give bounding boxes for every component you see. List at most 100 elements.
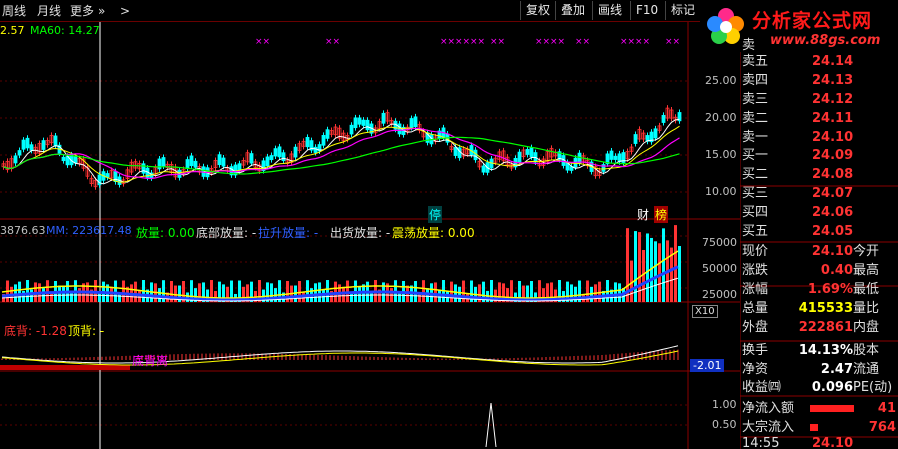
candle-body xyxy=(357,117,362,125)
flow-bar xyxy=(810,405,854,412)
tick-row: 14:55 24.10 xyxy=(740,437,898,449)
candle-body xyxy=(41,140,46,150)
volume-bar xyxy=(326,280,329,302)
candle-body xyxy=(277,146,282,158)
candle-body xyxy=(269,155,274,161)
candle-body xyxy=(321,135,326,146)
restore-rights-button[interactable]: 复权 xyxy=(520,1,555,20)
stat-label: 涨跌 xyxy=(742,263,769,278)
stat-value: 1.69% xyxy=(807,282,853,297)
bid-row[interactable]: 买四 24.06 xyxy=(740,203,898,222)
volume-bar xyxy=(42,288,45,302)
ask-label: 卖五 xyxy=(742,54,769,69)
ask-row[interactable]: 卖四 24.13 xyxy=(740,71,898,90)
f10-button[interactable]: F10 xyxy=(630,1,663,20)
volume-bar xyxy=(134,281,137,302)
candle-body xyxy=(217,154,222,166)
macd-value-box: -2.01 xyxy=(690,359,725,372)
bid-price: 24.06 xyxy=(812,205,854,220)
candle-body xyxy=(529,147,534,158)
stat-label: 净资 xyxy=(742,362,769,377)
price-tick-25: 25.00 xyxy=(705,74,737,87)
site-logo: 分析家公式网 www.88gs.com xyxy=(700,0,898,52)
candle-body xyxy=(293,146,298,158)
ask-row[interactable]: 卖三 24.12 xyxy=(740,90,898,109)
flow-value: 41 xyxy=(877,401,896,416)
volume-bar xyxy=(318,282,321,302)
candle-body xyxy=(313,146,318,153)
next-arrow-icon[interactable]: > xyxy=(120,2,130,20)
flag-tick-1: 1.00 xyxy=(712,398,737,411)
stat-value: 415533 xyxy=(798,301,853,316)
stat-row: 现价 24.10 今开 xyxy=(740,242,898,261)
stat-row: 收益㈣ 0.096 PE(动) xyxy=(740,378,898,397)
stat-value: 0.096 xyxy=(811,380,853,395)
fangliang-label: 放量: 0.00 xyxy=(136,226,195,240)
stat-label-2: 流通 xyxy=(853,362,880,377)
volume-bar xyxy=(398,292,401,302)
volume-bar xyxy=(314,283,317,302)
bid-price: 24.09 xyxy=(812,148,854,163)
volume-bar xyxy=(662,228,665,302)
volume-bar xyxy=(26,280,29,302)
stat-label-2: 最高 xyxy=(853,263,880,278)
bottom-divergence-annotation: 底背离 xyxy=(132,354,169,368)
candle-body xyxy=(633,134,638,144)
list-marker: 榜 xyxy=(654,206,669,223)
candle-body xyxy=(21,139,26,150)
monthly-tab[interactable]: 月线 xyxy=(37,2,61,20)
stat-value: 24.10 xyxy=(811,244,853,259)
ask-row[interactable]: 卖五 24.14 xyxy=(740,52,898,71)
candle-body xyxy=(305,136,310,148)
ask-row[interactable]: 卖二 24.11 xyxy=(740,109,898,128)
candle-body xyxy=(265,156,270,167)
candle-body xyxy=(141,163,146,174)
candle-body xyxy=(73,155,78,164)
bid-row[interactable]: 买一 24.09 xyxy=(740,146,898,165)
top-marker: ×× xyxy=(550,37,565,47)
top-marker: ×× xyxy=(455,37,470,47)
top-marker: ×× xyxy=(440,37,455,47)
weekly-tab[interactable]: 周线 xyxy=(2,2,26,20)
volume-bar xyxy=(422,280,425,302)
flow-label: 大宗流入 xyxy=(742,420,795,435)
tick-time: 14:55 xyxy=(742,437,780,449)
top-toolbar: 周线 月线 更多 » > 复权 叠加 画线 F10 标记 xyxy=(0,0,740,22)
volume-header-value: 3876.63 xyxy=(0,224,46,237)
price-tick-15: 15.00 xyxy=(705,148,737,161)
candle-body xyxy=(409,118,414,128)
candle-body xyxy=(481,165,486,173)
top-marker: ×× xyxy=(255,37,270,47)
more-chevron-icon[interactable]: » xyxy=(98,2,105,20)
more-tab[interactable]: 更多 xyxy=(70,2,94,20)
candle-body xyxy=(609,150,614,160)
ask-price: 24.10 xyxy=(812,130,854,145)
ask-label: 卖二 xyxy=(742,111,769,126)
candle-body xyxy=(361,119,366,126)
volume-bar xyxy=(14,284,17,302)
candle-body xyxy=(413,116,418,127)
ask-row[interactable]: 卖一 24.10 xyxy=(740,128,898,147)
stat-row: 涨跌 0.40 最高 xyxy=(740,261,898,280)
candle-body xyxy=(381,112,386,124)
stat-label: 涨幅 xyxy=(742,282,769,297)
bid-row[interactable]: 买三 24.07 xyxy=(740,184,898,203)
candle-body xyxy=(397,123,402,135)
candle-body xyxy=(61,156,66,162)
stat-row: 换手 14.13% 股本 xyxy=(740,341,898,360)
price-tick-20: 20.00 xyxy=(705,111,737,124)
partial-ask-label: 卖 xyxy=(742,38,756,52)
stat-label-2: PE(动) xyxy=(853,380,893,395)
overlay-button[interactable]: 叠加 xyxy=(555,1,590,20)
stat-label: 总量 xyxy=(742,301,769,316)
mark-button[interactable]: 标记 xyxy=(665,1,700,20)
volume-unit-box: X10 xyxy=(692,305,718,318)
stat-label-2: 内盘 xyxy=(853,320,880,335)
candle-body xyxy=(353,117,358,129)
bid-row[interactable]: 买二 24.08 xyxy=(740,165,898,184)
bid-row[interactable]: 买五 24.05 xyxy=(740,222,898,241)
volume-bar xyxy=(614,282,617,302)
candle-body xyxy=(189,155,194,167)
volume-bar xyxy=(358,286,361,302)
draw-line-button[interactable]: 画线 xyxy=(592,1,627,20)
